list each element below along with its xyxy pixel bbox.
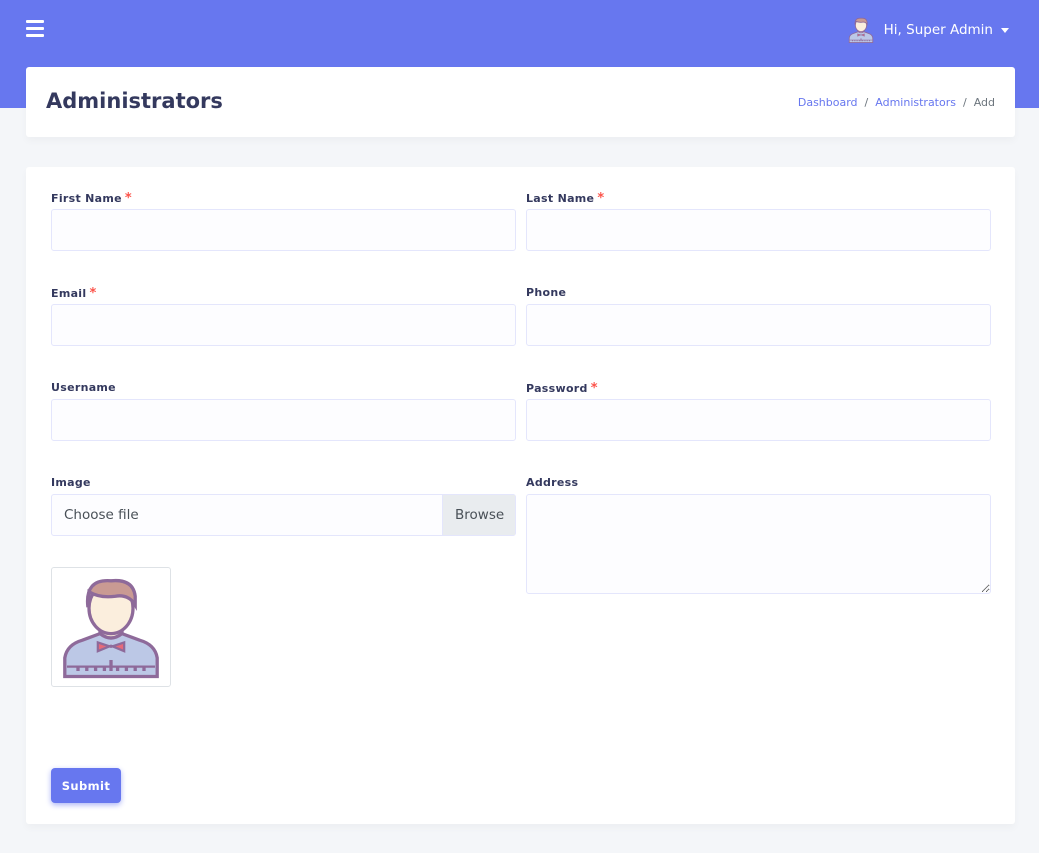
address-group: Address [526,476,991,594]
phone-label: Phone [526,286,991,304]
label-text: First Name [51,192,122,205]
browse-button[interactable]: Browse [442,495,515,535]
address-textarea[interactable] [526,494,991,594]
hamburger-menu-icon[interactable] [26,20,44,38]
last-name-label: Last Name * [526,191,991,209]
default-avatar-icon [56,572,166,682]
label-text: Address [526,476,579,489]
username-group: Username [51,381,516,441]
page-title: Administrators [46,89,223,113]
image-file-input[interactable]: Choose file Browse [51,494,516,536]
caret-down-icon [1001,27,1009,33]
breadcrumb-administrators[interactable]: Administrators [875,96,956,109]
password-label: Password * [526,381,991,399]
user-greeting: Hi, Super Admin [883,22,993,38]
last-name-group: Last Name * [526,191,991,251]
image-preview [51,567,171,687]
label-text: Password [526,382,588,395]
address-label: Address [526,476,991,494]
user-avatar-icon [847,16,875,44]
label-text: Email [51,287,87,300]
required-marker: * [124,191,133,206]
email-label: Email * [51,286,516,304]
first-name-input[interactable] [51,209,516,251]
breadcrumb: Dashboard / Administrators / Add [797,96,995,109]
breadcrumb-dashboard[interactable]: Dashboard [798,96,858,109]
label-text: Username [51,381,116,394]
last-name-input[interactable] [526,209,991,251]
phone-input[interactable] [526,304,991,346]
label-text: Image [51,476,91,489]
user-dropdown[interactable]: Hi, Super Admin [847,16,1009,44]
add-administrator-form: First Name * Last Name * Email * Phone User… [26,167,1015,824]
required-marker: * [597,191,605,206]
file-placeholder: Choose file [64,507,139,523]
required-marker: * [590,381,598,396]
email-group: Email * [51,286,516,346]
image-label: Image [51,476,516,494]
required-marker: * [89,286,97,301]
section-header: Administrators Dashboard / Administrators /… [26,67,1015,137]
label-text: Last Name [526,192,595,205]
password-input[interactable] [526,399,991,441]
submit-button[interactable]: Submit [51,768,121,803]
first-name-label: First Name * [51,191,516,209]
label-text: Phone [526,286,567,299]
first-name-group: First Name * [51,191,516,251]
breadcrumb-current: Add [973,96,995,109]
username-input[interactable] [51,399,516,441]
username-label: Username [51,381,516,399]
email-input[interactable] [51,304,516,346]
image-group: Image Choose file Browse [51,476,516,536]
phone-group: Phone [526,286,991,346]
password-group: Password * [526,381,991,441]
